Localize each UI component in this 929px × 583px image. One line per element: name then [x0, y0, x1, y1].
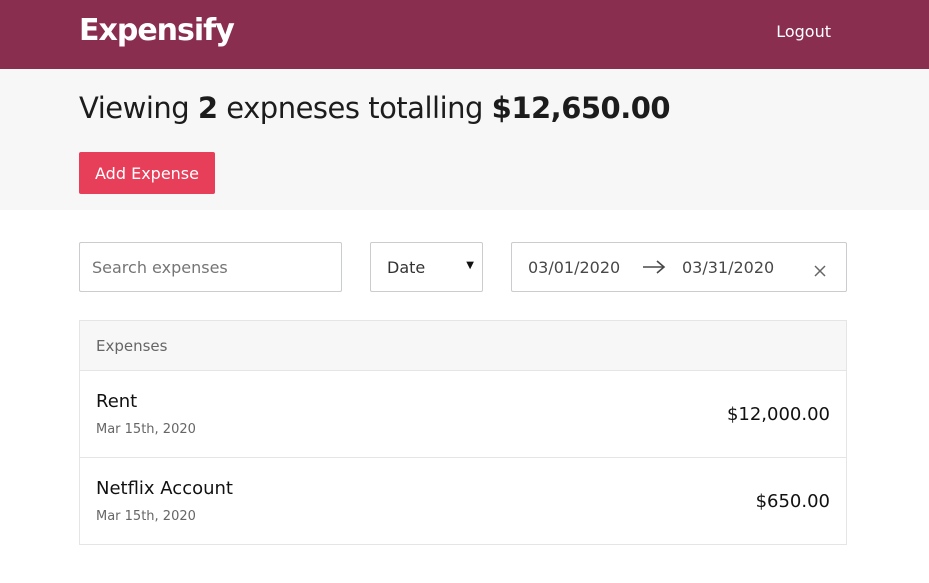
- close-icon[interactable]: [814, 262, 826, 281]
- brand-logo[interactable]: Expensify: [79, 13, 235, 48]
- caret-down-icon: ▼: [466, 260, 474, 271]
- expense-date: Mar 15th, 2020: [96, 422, 196, 437]
- app-header: Expensify Logout: [0, 0, 929, 69]
- expense-total: $12,650.00: [491, 91, 671, 125]
- summary-prefix: Viewing: [79, 91, 190, 125]
- expense-list: Expenses Rent Mar 15th, 2020 $12,000.00 …: [79, 320, 847, 545]
- expense-count: 2: [197, 91, 218, 125]
- sort-selected-value: Date: [387, 258, 426, 277]
- search-input[interactable]: [79, 242, 342, 292]
- expense-description: Netflix Account: [96, 478, 233, 499]
- expense-description: Rent: [96, 391, 138, 412]
- list-item[interactable]: Rent Mar 15th, 2020 $12,000.00: [80, 371, 846, 458]
- logout-button[interactable]: Logout: [776, 22, 831, 41]
- end-date-input[interactable]: 03/31/2020: [682, 258, 774, 277]
- arrow-right-icon: [642, 259, 666, 279]
- start-date-input[interactable]: 03/01/2020: [528, 258, 620, 277]
- sort-select[interactable]: Date ▼: [370, 242, 483, 292]
- add-expense-button[interactable]: Add Expense: [79, 152, 215, 194]
- expense-amount: $12,000.00: [726, 404, 830, 425]
- summary-middle: expneses totalling: [226, 91, 483, 125]
- summary-banner: Viewing 2 expneses totalling $12,650.00 …: [0, 69, 929, 210]
- summary-title: Viewing 2 expneses totalling $12,650.00: [79, 91, 671, 125]
- expense-date: Mar 15th, 2020: [96, 509, 196, 524]
- date-range-picker: 03/01/2020 03/31/2020: [511, 242, 847, 292]
- list-item[interactable]: Netflix Account Mar 15th, 2020 $650.00: [80, 458, 846, 545]
- expense-amount: $650.00: [755, 491, 830, 512]
- list-header: Expenses: [80, 321, 846, 371]
